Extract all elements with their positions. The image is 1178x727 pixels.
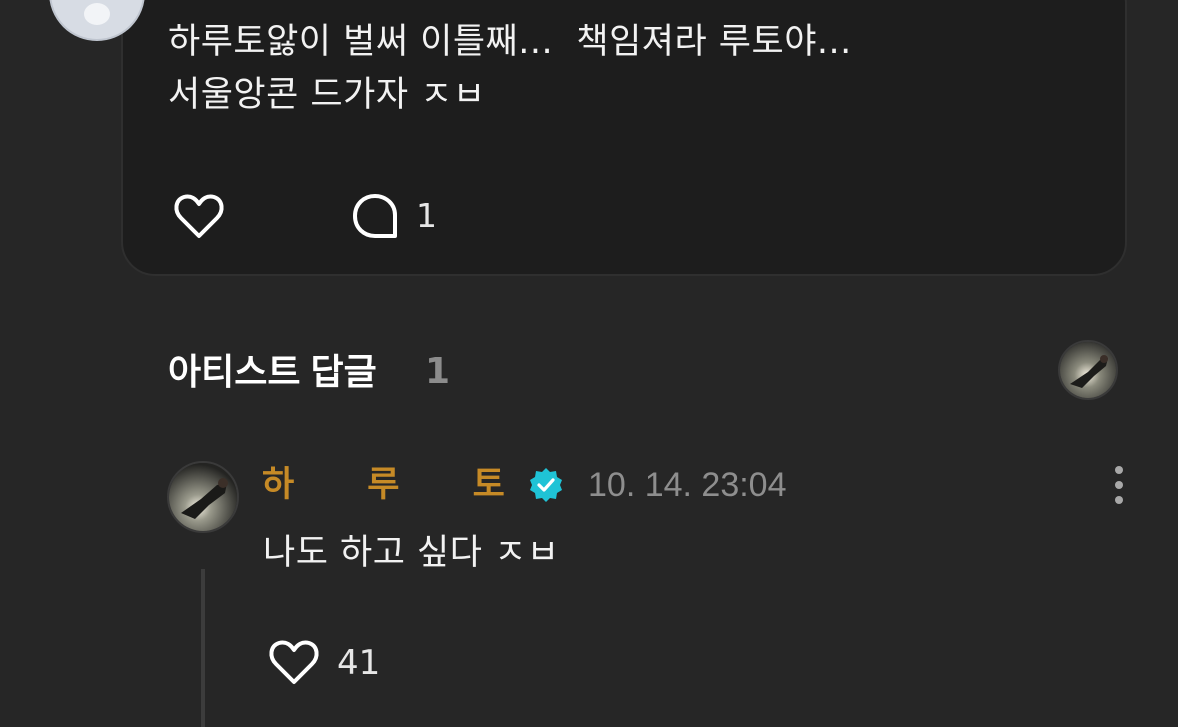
- verified-badge-icon: [530, 468, 562, 502]
- thread-line: [201, 569, 205, 727]
- artist-photo-icon: [169, 463, 237, 531]
- comment-icon[interactable]: [351, 193, 399, 239]
- post-text-line-1: 하루토앓이 벌써 이틀째... 책임져라 루토야...: [168, 22, 852, 62]
- reply-timestamp: 10. 14. 23:04: [588, 466, 787, 504]
- reply-author-avatar[interactable]: [167, 461, 239, 533]
- reply-like-count: 41: [337, 643, 381, 683]
- more-options-icon[interactable]: [1110, 464, 1128, 506]
- artist-avatar-small[interactable]: [1058, 340, 1118, 400]
- post-text-line-2: 서울앙콘 드가자 ㅈㅂ: [168, 75, 486, 115]
- artist-reply-title: 아티스트 답글: [168, 351, 377, 392]
- heart-icon[interactable]: [173, 192, 225, 240]
- page: 하루토앓이 벌써 이틀째... 책임져라 루토야... 서울앙콘 드가자 ㅈㅂ …: [0, 0, 1178, 727]
- artist-photo-icon: [1060, 342, 1116, 398]
- reply-body: 나도 하고 싶다 ㅈㅂ: [263, 533, 560, 573]
- default-avatar-head: [84, 3, 110, 25]
- comment-count: 1: [416, 196, 437, 235]
- artist-reply-count: 1: [425, 351, 451, 392]
- post-body: 하루토앓이 벌써 이틀째... 책임져라 루토야... 서울앙콘 드가자 ㅈㅂ: [168, 16, 852, 122]
- reply-author-name[interactable]: 하 루 토: [262, 463, 505, 507]
- heart-icon[interactable]: [268, 638, 320, 686]
